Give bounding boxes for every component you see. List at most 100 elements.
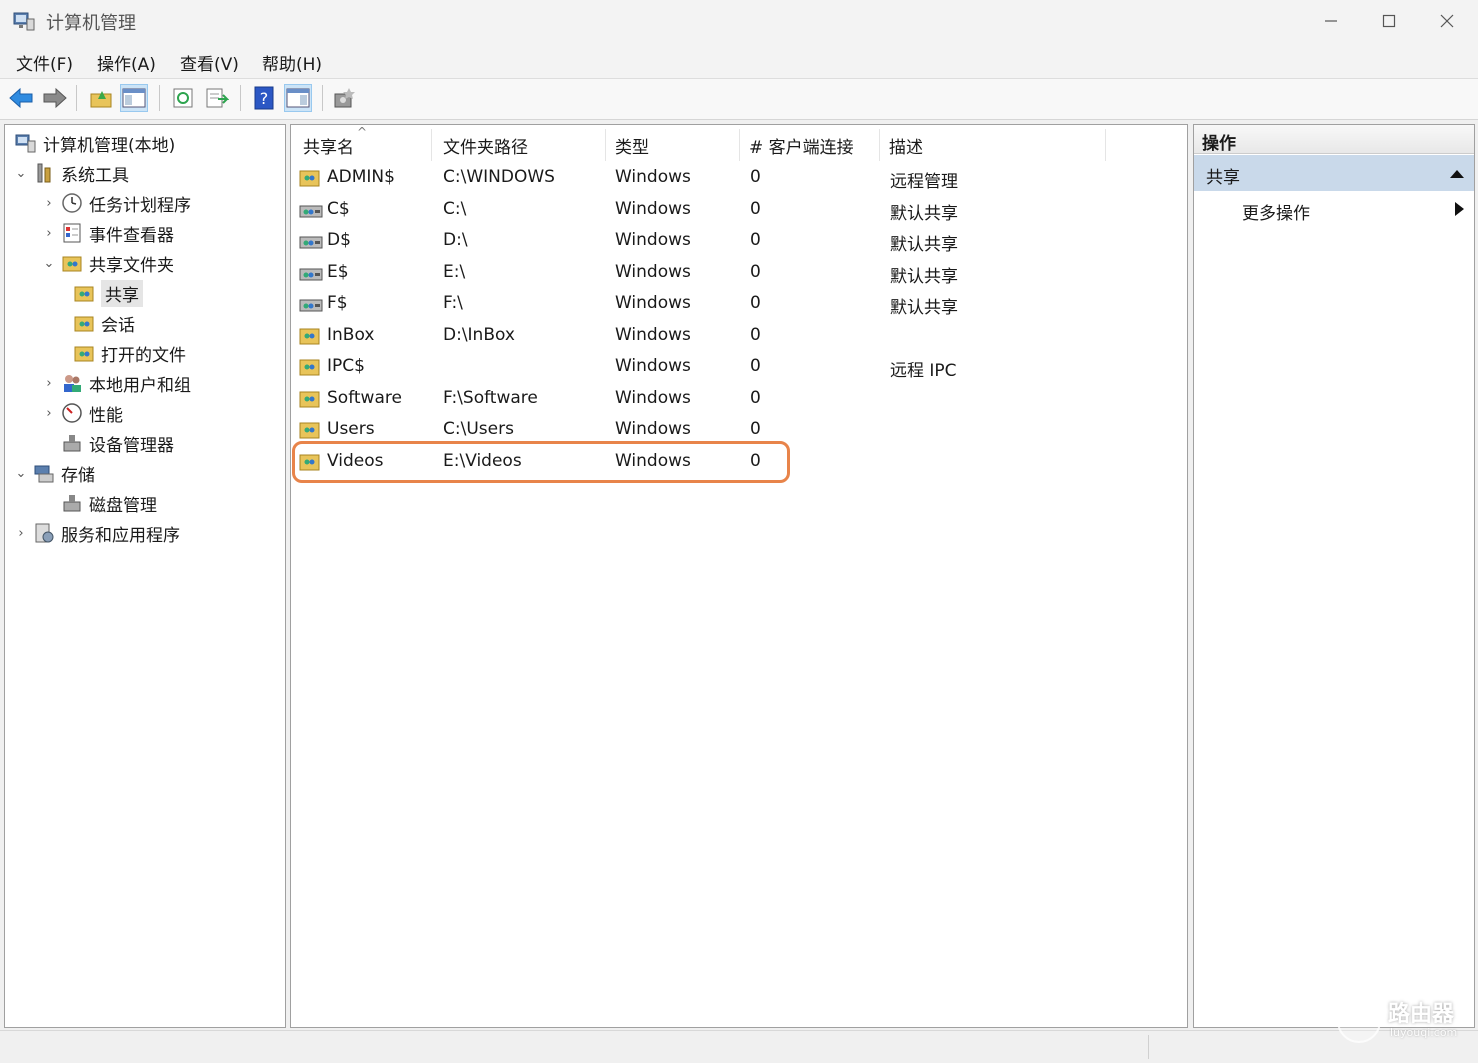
table-row[interactable]: E$ E:\ Windows 0 默认共享 [295,258,1175,289]
tree-item-shared-folders[interactable]: ⌄ 共享文件夹 [41,249,174,277]
table-row[interactable]: D$ D:\ Windows 0 默认共享 [295,226,1175,257]
open-files-icon [73,342,95,364]
cell-folder-path: C:\Users [443,419,514,439]
column-header-folder-path[interactable]: 文件夹路径 [443,131,528,159]
event-viewer-icon [61,222,83,244]
refresh-button[interactable] [169,84,197,112]
chevron-right-icon[interactable]: › [41,226,57,241]
table-row[interactable]: IPC$ Windows 0 远程 IPC [295,352,1175,383]
forward-icon [43,87,67,109]
table-row[interactable]: Software F:\Software Windows 0 [295,384,1175,415]
highlight-annotation [292,441,790,483]
maximize-button[interactable] [1360,0,1418,42]
menu-action[interactable]: 操作(A) [97,50,156,75]
table-row[interactable]: C$ C:\ Windows 0 默认共享 [295,195,1175,226]
tree-item-services-apps[interactable]: › 服务和应用程序 [13,519,180,547]
tree-root[interactable]: 计算机管理(本地) [11,129,175,157]
drive-share-icon [299,294,323,314]
title-bar: 计算机管理 [0,0,1478,42]
table-row[interactable]: InBox D:\InBox Windows 0 [295,321,1175,352]
cell-share-name: InBox [327,324,375,345]
cell-description: 远程管理 [890,172,958,192]
shares-list: 共享名 ^ 文件夹路径 类型 # 客户端连接 描述 ADMIN$ C:\WINDO… [290,124,1188,1028]
forward-button[interactable] [41,84,69,112]
sort-ascending-icon: ^ [357,125,368,139]
maximize-icon [1382,14,1396,28]
tree-item-sessions[interactable]: 会话 [69,309,135,337]
cell-share-name: Users [327,419,375,439]
column-header-type[interactable]: 类型 [615,131,649,159]
cell-type: Windows [615,230,691,250]
tree-item-device-manager[interactable]: 设备管理器 [57,429,174,457]
help-button[interactable]: ? [250,84,278,112]
cell-share-name: D$ [327,230,351,250]
cell-type: Windows [615,261,691,282]
close-button[interactable] [1418,0,1476,42]
router-logo-icon [1337,999,1381,1043]
chevron-right-icon[interactable]: › [13,526,29,541]
cell-client-connections: 0 [750,261,761,282]
export-list-button[interactable] [203,84,231,112]
column-header-share-name[interactable]: 共享名 [303,131,354,159]
window-title: 计算机管理 [46,13,136,34]
cell-share-name: C$ [327,198,350,219]
tree-item-open-files[interactable]: 打开的文件 [69,339,186,367]
tree-item-disk-management[interactable]: 磁盘管理 [57,489,157,517]
cell-description: 默认共享 [890,298,958,318]
cell-type: Windows [615,293,691,313]
tree-item-local-users-groups[interactable]: › 本地用户和组 [41,369,191,397]
more-actions-item[interactable]: 更多操作 [1242,199,1310,224]
minimize-icon [1325,20,1337,22]
chevron-right-icon[interactable]: › [41,376,57,391]
share-folder-icon [299,168,321,188]
tree-item-event-viewer[interactable]: › 事件查看器 [41,219,174,247]
new-share-button[interactable] [330,84,358,112]
share-folder-icon [299,420,321,440]
tree-item-task-scheduler[interactable]: › 任务计划程序 [41,189,191,217]
tree-item-shares[interactable]: 共享 [69,279,143,307]
cell-client-connections: 0 [750,419,761,439]
help-icon: ? [254,86,274,110]
cell-description: 远程 IPC [890,361,957,381]
column-header-description[interactable]: 描述 [889,131,923,159]
tree-item-system-tools[interactable]: ⌄ 系统工具 [13,159,129,187]
back-button[interactable] [7,84,35,112]
menu-bar: 文件(F) 操作(A) 查看(V) 帮助(H) [0,42,1478,78]
cell-client-connections: 0 [750,324,761,345]
svg-text:?: ? [260,89,269,108]
show-hide-tree-button[interactable] [120,84,148,112]
share-folder-icon [299,357,321,377]
cell-folder-path: F:\Software [443,387,538,408]
up-folder-button[interactable] [87,84,115,112]
show-hide-action-pane-button[interactable] [284,84,312,112]
chevron-down-icon[interactable]: ⌄ [41,256,57,271]
table-row[interactable]: F$ F:\ Windows 0 默认共享 [295,289,1175,320]
tools-icon [33,162,55,184]
tree-item-storage[interactable]: ⌄ 存储 [13,459,95,487]
menu-file[interactable]: 文件(F) [16,50,73,75]
status-bar [0,1030,1478,1063]
collapse-up-icon[interactable] [1450,169,1464,178]
chevron-down-icon[interactable]: ⌄ [13,466,29,481]
actions-title: 操作 [1194,125,1474,154]
cell-client-connections: 0 [750,293,761,313]
cell-folder-path: D:\InBox [443,324,515,345]
table-row[interactable]: ADMIN$ C:\WINDOWS Windows 0 远程管理 [295,163,1175,194]
export-list-icon [206,88,229,108]
chevron-right-icon[interactable]: › [41,196,57,211]
watermark-logo: 路由器 luyouqi.com [1336,996,1466,1046]
cell-folder-path: D:\ [443,230,468,250]
column-header-client-connections[interactable]: # 客户端连接 [749,131,854,159]
chevron-down-icon[interactable]: ⌄ [13,166,29,181]
back-icon [9,87,33,109]
actions-group-shares[interactable]: 共享 [1194,155,1474,191]
menu-help[interactable]: 帮助(H) [262,50,322,75]
tree-item-performance[interactable]: › 性能 [41,399,123,427]
up-folder-icon [90,91,112,108]
share-icon [73,282,95,304]
chevron-right-icon[interactable]: › [41,406,57,421]
menu-view[interactable]: 查看(V) [180,50,239,75]
minimize-button[interactable] [1302,0,1360,42]
cell-client-connections: 0 [750,356,761,376]
cell-type: Windows [615,324,691,345]
